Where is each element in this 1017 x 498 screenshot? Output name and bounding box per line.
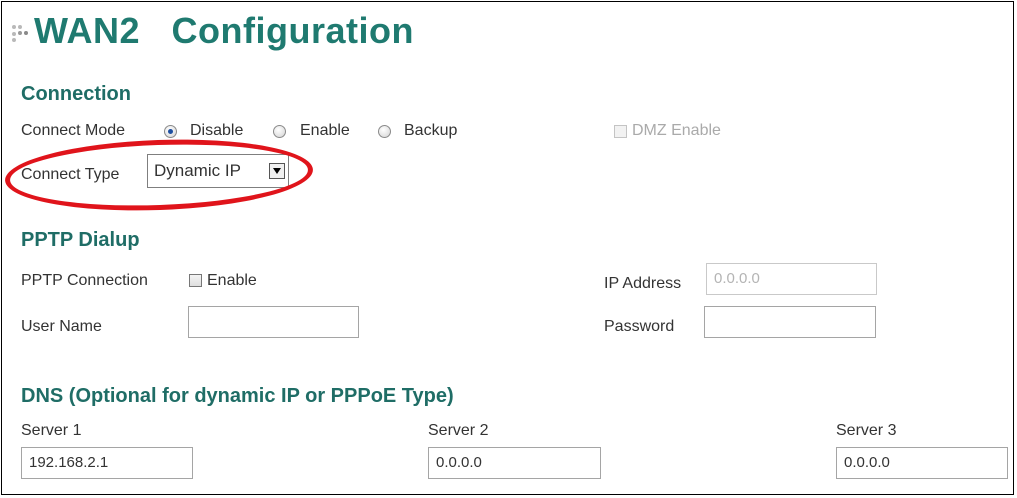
server-2-label: Server 2 — [428, 422, 489, 439]
server-2-input[interactable]: 0.0.0.0 — [428, 447, 601, 479]
ip-address-input[interactable]: 0.0.0.0 — [706, 263, 877, 295]
connect-mode-disable-radio[interactable] — [164, 125, 177, 138]
connection-heading: Connection — [21, 83, 131, 105]
server-3-label: Server 3 — [836, 422, 897, 439]
user-name-label: User Name — [21, 318, 102, 335]
user-name-input[interactable] — [188, 306, 359, 338]
connect-mode-backup-label: Backup — [404, 122, 458, 139]
dmz-enable-checkbox[interactable] — [614, 125, 627, 138]
page-frame — [1, 1, 1014, 495]
pptp-heading: PPTP Dialup — [21, 229, 140, 251]
connect-mode-enable-radio[interactable] — [273, 125, 286, 138]
pptp-connection-label: PPTP Connection — [21, 272, 148, 289]
server-1-label: Server 1 — [21, 422, 82, 439]
dmz-enable-label: DMZ Enable — [632, 122, 721, 139]
pptp-enable-checkbox[interactable] — [189, 274, 202, 287]
password-label: Password — [604, 318, 675, 335]
pptp-enable-label: Enable — [207, 272, 257, 289]
server-1-input[interactable]: 192.168.2.1 — [21, 447, 193, 479]
page-title: WAN2 Configuration — [12, 10, 414, 52]
ip-address-label: IP Address — [604, 275, 682, 292]
page-title-text: WAN2 Configuration — [34, 10, 414, 51]
bullet-dots-icon — [12, 25, 30, 42]
connect-mode-label: Connect Mode — [21, 122, 126, 139]
connect-mode-disable-label: Disable — [190, 122, 244, 139]
server-3-input[interactable]: 0.0.0.0 — [836, 447, 1008, 479]
connect-mode-enable-label: Enable — [300, 122, 350, 139]
connect-mode-backup-radio[interactable] — [378, 125, 391, 138]
password-input[interactable] — [704, 306, 876, 338]
dns-heading: DNS (Optional for dynamic IP or PPPoE Ty… — [21, 385, 454, 407]
